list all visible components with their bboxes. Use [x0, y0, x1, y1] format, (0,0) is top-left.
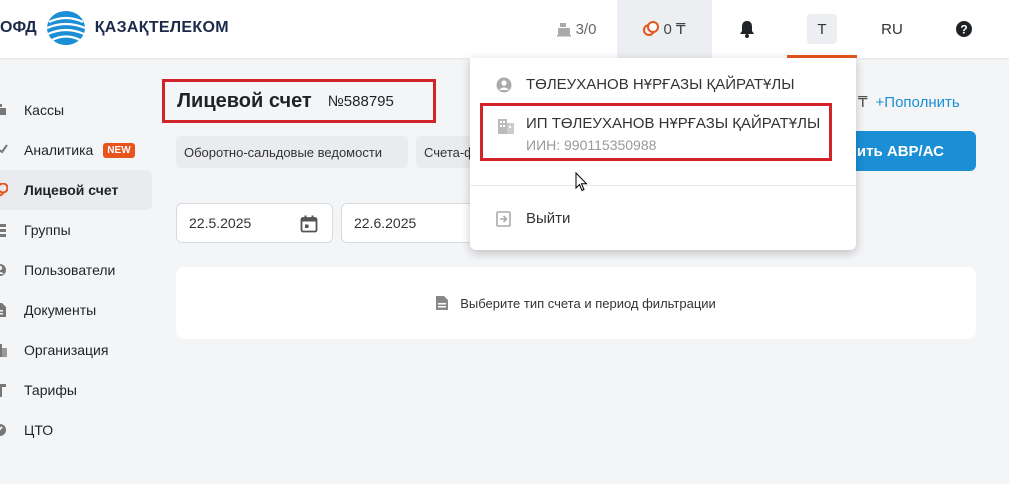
document-icon	[0, 303, 6, 317]
user-menu-button[interactable]: Т	[787, 0, 857, 58]
sidebar: Кассы Аналитика NEW Лицевой счет Группы …	[0, 90, 152, 450]
notifications-button[interactable]	[712, 0, 782, 58]
user-avatar: Т	[807, 14, 837, 44]
sidebar-item-organization[interactable]: Организация	[0, 330, 152, 370]
sidebar-item-groups[interactable]: Группы	[0, 210, 152, 250]
logout-button[interactable]: Выйти	[496, 210, 570, 227]
sidebar-item-label: Кассы	[24, 102, 65, 118]
logo-brand-text: ҚАЗАҚТЕЛЕКОМ	[94, 19, 229, 36]
logo[interactable]: ОФД ҚАЗАҚТЕЛЕКОМ	[0, 8, 229, 48]
sidebar-item-label: Документы	[24, 302, 97, 318]
sidebar-item-account[interactable]: Лицевой счет	[0, 170, 152, 210]
date-from-input[interactable]: 22.5.2025	[176, 203, 333, 243]
topup-link-wrapper: ₸ +Пополнить	[858, 93, 960, 111]
sidebar-item-label: Аналитика	[24, 142, 94, 158]
page-title: Лицевой счет	[177, 89, 312, 112]
tariff-icon	[0, 384, 6, 397]
groups-icon	[0, 224, 6, 237]
chart-icon	[0, 144, 8, 154]
user-icon	[0, 264, 6, 276]
kassa-count-text: 3/0	[575, 20, 597, 38]
help-icon: ?	[956, 21, 972, 37]
account-number: №588795	[327, 92, 394, 110]
dropdown-organization-item[interactable]: ИП ТӨЛЕУХАНОВ НҰРҒАЗЫ ҚАЙРАТҰЛЫ ИИН: 990…	[480, 103, 832, 161]
dropdown-divider	[470, 185, 856, 186]
balance-text: 0 ₸	[663, 21, 686, 38]
topup-link[interactable]: +Пополнить	[876, 94, 960, 111]
new-badge: NEW	[103, 142, 135, 158]
coins-icon	[0, 183, 8, 197]
balance-button[interactable]: 0 ₸	[617, 0, 712, 58]
kassa-counter[interactable]: 3/0	[536, 0, 616, 58]
sidebar-item-label: Тарифы	[24, 382, 77, 398]
sidebar-item-documents[interactable]: Документы	[0, 290, 152, 330]
dropdown-user-item[interactable]: ТӨЛЕУХАНОВ НҰРҒАЗЫ ҚАЙРАТҰЛЫ	[496, 76, 795, 93]
tenge-symbol: ₸	[858, 94, 868, 111]
top-header: ОФД ҚАЗАҚТЕЛЕКОМ 3/0 0 ₸ Т RU ?	[0, 0, 1009, 58]
sidebar-item-users[interactable]: Пользователи	[0, 250, 152, 290]
user-dropdown-menu: ТӨЛЕУХАНОВ НҰРҒАЗЫ ҚАЙРАТҰЛЫ ИП ТӨЛЕУХАН…	[470, 58, 856, 250]
dropdown-org-name: ИП ТӨЛЕУХАНОВ НҰРҒАЗЫ ҚАЙРАТҰЛЫ	[526, 115, 821, 132]
sidebar-item-cto[interactable]: ЦТО	[0, 410, 152, 450]
sidebar-item-tariffs[interactable]: Тарифы	[0, 370, 152, 410]
mouse-cursor-icon	[575, 172, 588, 192]
tab-invoices[interactable]: Счета-ф	[416, 136, 476, 168]
coins-icon	[643, 21, 660, 36]
logout-icon	[496, 210, 511, 227]
logout-label: Выйти	[526, 210, 571, 227]
sidebar-item-label: ЦТО	[24, 422, 54, 438]
globe-logo-icon	[46, 11, 86, 45]
calendar-icon[interactable]	[300, 215, 318, 233]
empty-state-card: Выберите тип счета и период фильтрации	[176, 267, 976, 339]
logo-ofd-text: ОФД	[0, 19, 37, 36]
date-to-value: 22.6.2025	[354, 215, 417, 231]
sidebar-item-label: Пользователи	[24, 262, 116, 278]
service-icon	[0, 424, 6, 436]
sidebar-item-label: Организация	[24, 342, 109, 358]
dropdown-user-name: ТӨЛЕУХАНОВ НҰРҒАЗЫ ҚАЙРАТҰЛЫ	[526, 76, 795, 93]
building-icon	[498, 119, 514, 134]
page-title-box: Лицевой счет №588795	[162, 79, 436, 123]
sidebar-item-label: Лицевой счет	[24, 182, 119, 198]
document-icon	[436, 296, 449, 310]
bell-icon	[740, 21, 754, 38]
building-icon	[0, 344, 7, 357]
svg-text:?: ?	[960, 23, 967, 37]
date-to-input[interactable]: 22.6.2025	[341, 203, 481, 243]
sidebar-item-label: Группы	[24, 222, 71, 238]
sidebar-item-kassy[interactable]: Кассы	[0, 90, 152, 130]
empty-state-message: Выберите тип счета и период фильтрации	[460, 295, 716, 311]
user-circle-icon	[496, 77, 512, 92]
sidebar-item-analytics[interactable]: Аналитика NEW	[0, 130, 152, 170]
cash-register-icon	[556, 23, 571, 37]
tab-turnover-statements[interactable]: Оборотно-сальдовые ведомости	[176, 136, 408, 168]
date-from-value: 22.5.2025	[189, 215, 252, 231]
cash-register-icon	[0, 104, 6, 115]
help-button[interactable]: ?	[940, 0, 988, 58]
language-switcher[interactable]: RU	[860, 0, 924, 58]
dropdown-org-iin: ИИН: 990115350988	[526, 137, 657, 153]
